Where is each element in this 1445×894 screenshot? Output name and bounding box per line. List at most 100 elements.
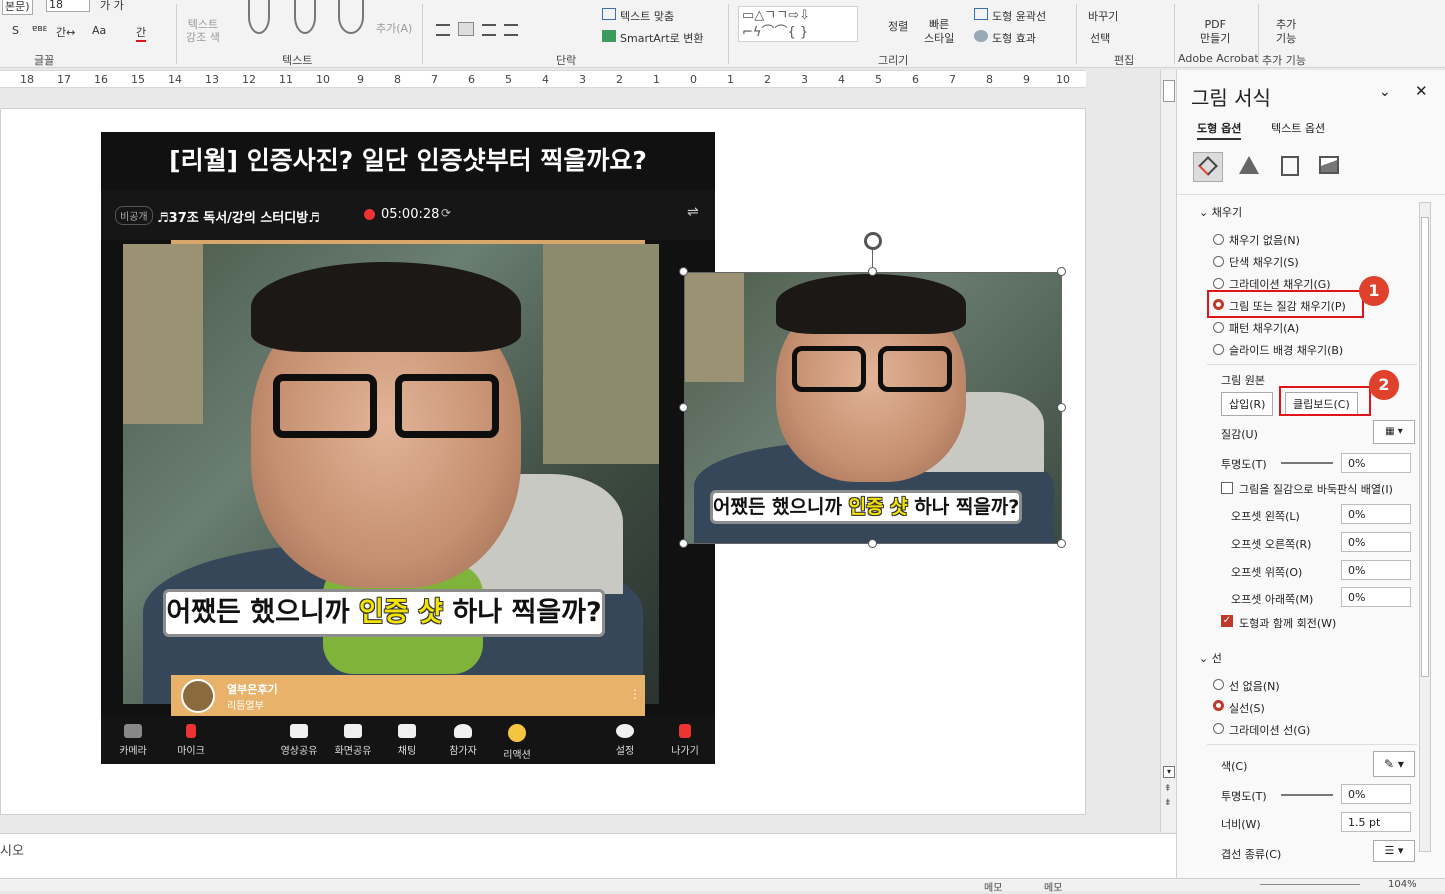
pane-scrollbar[interactable] <box>1419 202 1431 852</box>
close-icon[interactable]: ✕ <box>1415 82 1428 100</box>
tab-text-options[interactable]: 텍스트 옵션 <box>1271 120 1325 136</box>
scroll-thumb[interactable] <box>1163 80 1175 102</box>
offset-right-input[interactable]: 0% <box>1341 532 1411 552</box>
quick-styles-button[interactable]: 빠른 스타일 <box>924 18 954 46</box>
separator <box>1258 4 1259 64</box>
resize-handle[interactable] <box>1057 267 1066 276</box>
radio-slide-bg-fill[interactable] <box>1213 344 1224 355</box>
transparency-input[interactable]: 0% <box>1341 453 1411 473</box>
zoom-level[interactable]: 104% <box>1388 879 1417 890</box>
font-size-box[interactable]: 18 <box>46 0 90 12</box>
add-pen-button[interactable]: 추가(A) <box>376 20 412 36</box>
ruler-number: 3 <box>801 73 808 86</box>
radio-no-line[interactable] <box>1213 679 1224 690</box>
picture-icon[interactable] <box>1319 156 1339 174</box>
offset-top-input[interactable]: 0% <box>1341 560 1411 580</box>
font-name-box[interactable]: 본문) <box>2 0 33 15</box>
change-case-button[interactable]: Aa <box>92 24 106 37</box>
pen-icon[interactable] <box>294 0 316 34</box>
ruler-number: 3 <box>579 73 586 86</box>
addins-button[interactable]: 추가 기능 <box>1276 18 1296 46</box>
arrange-button[interactable]: 정렬 <box>888 18 908 34</box>
offset-bottom-input[interactable]: 0% <box>1341 587 1411 607</box>
radio-pattern-fill[interactable] <box>1213 322 1224 333</box>
bold-italic-buttons[interactable]: 가 가 <box>100 0 124 13</box>
compound-dropdown[interactable]: ☰ ▾ <box>1373 840 1415 862</box>
pdf-button[interactable]: PDF 만들기 <box>1200 18 1230 46</box>
font-color-button[interactable]: 간 <box>136 24 147 42</box>
shape-outline-button[interactable]: 도형 윤곽선 <box>992 8 1046 24</box>
line-transparency-label: 투명도(T) <box>1221 790 1267 803</box>
settings-sliders-icon: ⇌ <box>687 204 699 220</box>
line-section-header[interactable]: ⌄ 선 <box>1199 650 1222 666</box>
meeting-toolbar: 카메라 마이크 영상공유 화면공유 채팅 참가자 리액션 설정 나가기 <box>101 716 715 764</box>
select-button[interactable]: 선택 <box>1090 30 1110 46</box>
spacing-button[interactable]: 간↔ <box>56 24 75 40</box>
vertical-scrollbar[interactable]: ▾ ⇞ ⇟ <box>1160 70 1176 832</box>
resize-handle[interactable] <box>1057 539 1066 548</box>
text-highlight-button[interactable]: 텍스트 강조 색 <box>186 18 220 44</box>
zoom-slider[interactable] <box>1260 884 1360 885</box>
replace-button[interactable]: 바꾸기 <box>1088 8 1118 24</box>
resize-handle[interactable] <box>868 267 877 276</box>
smartart-button[interactable]: SmartArt로 변환 <box>620 30 704 46</box>
shape-effects-button[interactable]: 도형 효과 <box>992 30 1036 46</box>
radio-solid-line[interactable] <box>1213 700 1224 711</box>
ruler-number: 15 <box>131 73 145 86</box>
fill-section-header[interactable]: ⌄ 채우기 <box>1199 204 1242 220</box>
tile-label: 그림을 질감으로 바둑판식 배열(I) <box>1239 483 1393 496</box>
resize-handle[interactable] <box>1057 403 1066 412</box>
horizontal-ruler: 18 17 16 15 14 13 12 11 10 9 8 7 6 5 4 3… <box>0 70 1086 88</box>
resize-handle[interactable] <box>679 403 688 412</box>
group-text-label: 텍스트 <box>282 54 313 67</box>
radio-gradient-line[interactable] <box>1213 723 1224 734</box>
tab-shape-options[interactable]: 도형 옵션 <box>1197 120 1242 140</box>
radio-no-fill[interactable] <box>1213 234 1224 245</box>
rotate-handle-icon[interactable] <box>864 232 882 250</box>
screenshot-picture[interactable]: [리월] 인증사진? 일단 인증샷부터 찍을까요? 비공개 ♬37조 독서/강의… <box>101 132 715 764</box>
chat-icon <box>398 724 416 738</box>
pane-scroll-thumb[interactable] <box>1421 217 1429 677</box>
next-slide-icon[interactable]: ⇟ <box>1164 798 1172 808</box>
notes-area[interactable]: 시오 <box>0 833 1176 878</box>
width-input[interactable]: 1.5 pt <box>1341 812 1411 832</box>
text-fit-button[interactable]: 텍스트 맞춤 <box>620 8 674 24</box>
insert-button[interactable]: 삽입(R) <box>1221 392 1274 416</box>
radio-gradient-fill[interactable] <box>1213 278 1224 289</box>
resize-handle[interactable] <box>679 539 688 548</box>
scroll-down-icon[interactable]: ▾ <box>1163 766 1175 778</box>
upload-icon <box>344 724 362 738</box>
record-icon <box>364 209 375 220</box>
notes-toggle[interactable]: 메모 <box>984 879 1002 894</box>
shadow-button[interactable]: S <box>12 24 19 37</box>
prev-slide-icon[interactable]: ⇞ <box>1164 784 1172 794</box>
pane-title: 그림 서식 <box>1191 86 1271 110</box>
highlighter-icon[interactable] <box>338 0 364 34</box>
texture-dropdown[interactable]: ▦ ▾ <box>1373 420 1415 444</box>
chevron-down-icon[interactable]: ⌄ <box>1379 84 1391 100</box>
resize-handle[interactable] <box>679 267 688 276</box>
separator <box>422 4 423 64</box>
tile-checkbox[interactable] <box>1221 482 1233 494</box>
resize-handle[interactable] <box>868 539 877 548</box>
transparency-slider[interactable] <box>1281 462 1333 464</box>
rotate-checkbox[interactable]: ✓ <box>1221 615 1233 627</box>
line-color-dropdown[interactable]: ✎ ▾ <box>1373 751 1415 777</box>
shapes-gallery[interactable]: ▭△ㄱㄱ⇨⇩ ⌐ϟ⌒⌒{ } <box>738 6 858 42</box>
fill-line-icon[interactable] <box>1193 152 1223 182</box>
format-picture-pane: 그림 서식 ⌄ ✕ 도형 옵션 텍스트 옵션 ⌄ 채우기 채우기 없음(N) 단… <box>1176 70 1445 878</box>
pentagon-effects-icon[interactable] <box>1239 156 1259 174</box>
offset-left-input[interactable]: 0% <box>1341 504 1411 524</box>
ruler-number: 13 <box>205 73 219 86</box>
line-transparency-slider[interactable] <box>1281 794 1333 796</box>
line-transparency-input[interactable]: 0% <box>1341 784 1411 804</box>
camera-off-icon <box>124 724 142 738</box>
group-editing-label: 편집 <box>1114 54 1135 67</box>
strike-button[interactable]: ɐʙᴇ <box>32 24 47 34</box>
ruler-number: 5 <box>875 73 882 86</box>
pen-icon[interactable] <box>248 0 270 34</box>
radio-solid-fill[interactable] <box>1213 256 1224 267</box>
comments-toggle[interactable]: 메모 <box>1044 879 1062 894</box>
align-buttons[interactable] <box>436 22 556 38</box>
size-properties-icon[interactable] <box>1281 156 1299 176</box>
